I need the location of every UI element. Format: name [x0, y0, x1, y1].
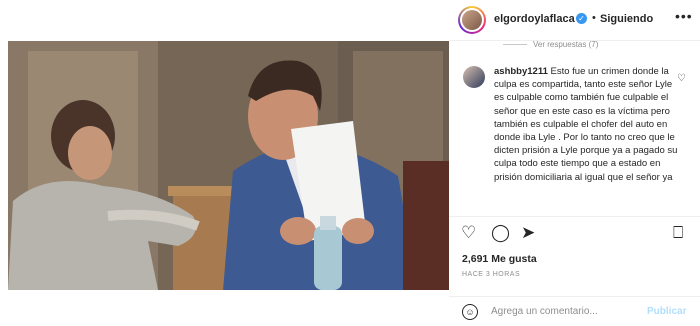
- heart-icon[interactable]: ♡: [461, 224, 476, 241]
- post-image[interactable]: [8, 41, 449, 290]
- author-username[interactable]: elgordoylaflaca: [494, 13, 575, 25]
- comment-box: ☺ Agrega un comentario... Publicar: [449, 296, 700, 326]
- follow-status-button[interactable]: Siguiendo: [600, 13, 653, 25]
- likes-count[interactable]: 2,691 Me gusta: [462, 253, 537, 265]
- comment-like-icon[interactable]: ♡: [677, 73, 686, 84]
- action-bar: ♡ ◯ ➤ ⎕: [449, 216, 700, 247]
- bookmark-icon[interactable]: ⎕: [673, 224, 683, 241]
- verified-icon: ✓: [576, 13, 587, 24]
- comment-item: ashbby1211 Esto fue un crimen donde la c…: [494, 65, 684, 210]
- comment-icon[interactable]: ◯: [491, 224, 510, 241]
- post-header: elgordoylaflaca ✓ • Siguiendo •••: [449, 0, 700, 41]
- separator-dot: •: [592, 12, 596, 24]
- post-side-panel: elgordoylaflaca ✓ • Siguiendo ••• Ver re…: [449, 0, 700, 325]
- publish-button[interactable]: Publicar: [647, 306, 686, 317]
- commenter-avatar[interactable]: [463, 66, 485, 88]
- page-gutter: [0, 0, 8, 325]
- emoji-icon[interactable]: ☺: [462, 304, 478, 320]
- view-replies-link[interactable]: Ver respuestas (7): [533, 40, 598, 49]
- author-avatar[interactable]: [458, 6, 486, 34]
- post-time: HACE 3 HORAS: [462, 271, 521, 278]
- more-options-icon[interactable]: •••: [675, 8, 693, 24]
- share-icon[interactable]: ➤: [521, 224, 535, 241]
- replies-divider: [503, 44, 527, 45]
- comment-text: Esto fue un crimen donde la culpa es com…: [494, 66, 678, 183]
- commenter-username[interactable]: ashbby1211: [494, 66, 548, 77]
- comment-input[interactable]: Agrega un comentario...: [491, 306, 598, 317]
